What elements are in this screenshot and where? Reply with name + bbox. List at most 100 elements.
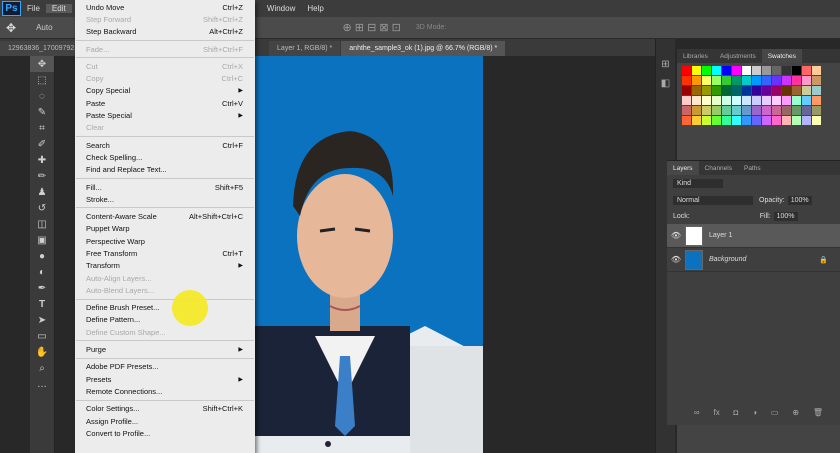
new-layer-icon[interactable]: ⊕ — [792, 408, 799, 417]
tab-adjustments[interactable]: Adjustments — [714, 49, 762, 63]
kind-select[interactable]: Kind — [673, 179, 723, 188]
color-swatch[interactable] — [782, 96, 791, 105]
dodge-icon[interactable]: ◐ — [30, 264, 54, 280]
color-swatch[interactable] — [792, 96, 801, 105]
color-swatch[interactable] — [682, 96, 691, 105]
marquee-tool-icon[interactable]: ⬚ — [30, 72, 54, 88]
menu-file[interactable]: File — [21, 4, 46, 13]
menu-help[interactable]: Help — [301, 4, 329, 13]
healing-brush-icon[interactable]: ✚ — [30, 152, 54, 168]
move-tool-icon[interactable]: ✥ — [6, 21, 16, 35]
color-swatch[interactable] — [682, 116, 691, 125]
menu-item-perspective-warp[interactable]: Perspective Warp — [75, 235, 255, 247]
menu-item-color-settings[interactable]: Color Settings... Shift+Ctrl+K — [75, 403, 255, 415]
color-swatch[interactable] — [692, 66, 701, 75]
lasso-tool-icon[interactable]: ◌ — [30, 88, 54, 104]
color-swatch[interactable] — [762, 66, 771, 75]
color-swatch[interactable] — [692, 116, 701, 125]
menu-item-presets[interactable]: Presets ▶ — [75, 373, 255, 385]
adjustment-icon[interactable]: ◑ — [752, 408, 757, 417]
menu-item-copy-special[interactable]: Copy Special ▶ — [75, 85, 255, 97]
shape-tool-icon[interactable]: ▭ — [30, 328, 54, 344]
menu-item-content-aware-scale[interactable]: Content-Aware Scale Alt+Shift+Ctrl+C — [75, 210, 255, 222]
color-swatch[interactable] — [732, 66, 741, 75]
menu-edit[interactable]: Edit — [45, 4, 72, 13]
color-swatch[interactable] — [762, 96, 771, 105]
move-tool-icon[interactable]: ✥ — [30, 56, 54, 72]
color-swatch[interactable] — [732, 86, 741, 95]
color-swatch[interactable] — [742, 106, 751, 115]
fill-input[interactable]: 100% — [773, 211, 798, 221]
more-tools-icon[interactable]: … — [30, 376, 54, 392]
eraser-icon[interactable]: ◫ — [30, 216, 54, 232]
color-swatch[interactable] — [702, 116, 711, 125]
fx-icon[interactable]: fx — [713, 408, 719, 417]
color-swatch[interactable] — [782, 76, 791, 85]
color-swatch[interactable] — [802, 96, 811, 105]
color-swatch[interactable] — [752, 116, 761, 125]
menu-item-free-transform[interactable]: Free Transform Ctrl+T — [75, 247, 255, 259]
menu-item-paste[interactable]: Paste Ctrl+V — [75, 97, 255, 109]
color-swatch[interactable] — [812, 86, 821, 95]
menu-item-transform[interactable]: Transform ▶ — [75, 260, 255, 272]
color-swatch[interactable] — [712, 116, 721, 125]
color-swatch[interactable] — [702, 106, 711, 115]
folder-icon[interactable]: ▭ — [771, 408, 779, 417]
menu-item-paste-special[interactable]: Paste Special ▶ — [75, 109, 255, 121]
color-swatch[interactable] — [742, 76, 751, 85]
eyedropper-icon[interactable]: ✐ — [30, 136, 54, 152]
color-swatch[interactable] — [732, 96, 741, 105]
blend-mode-select[interactable]: Normal — [673, 195, 753, 205]
layer-row-layer1[interactable]: 👁 Layer 1 — [667, 224, 840, 248]
doc-tab-3[interactable]: anhthe_sample3_ok (1).jpg @ 66.7% (RGB/8… — [341, 41, 506, 56]
opacity-input[interactable]: 100% — [787, 195, 812, 205]
color-swatch[interactable] — [792, 76, 801, 85]
menu-item-remote-connections[interactable]: Remote Connections... — [75, 385, 255, 397]
panel-icon[interactable]: ◧ — [656, 78, 675, 89]
color-swatch[interactable] — [692, 106, 701, 115]
color-swatch[interactable] — [712, 96, 721, 105]
color-swatch[interactable] — [702, 66, 711, 75]
color-swatch[interactable] — [762, 76, 771, 85]
menu-item-purge[interactable]: Purge ▶ — [75, 343, 255, 355]
history-brush-icon[interactable]: ↺ — [30, 200, 54, 216]
color-swatch[interactable] — [742, 96, 751, 105]
color-swatch[interactable] — [772, 96, 781, 105]
doc-tab-2[interactable]: Layer 1, RGB/8) * — [269, 41, 341, 56]
color-swatch[interactable] — [802, 76, 811, 85]
tab-swatches[interactable]: Swatches — [761, 49, 802, 63]
color-swatch[interactable] — [732, 116, 741, 125]
type-tool-icon[interactable]: T — [30, 296, 54, 312]
color-swatch[interactable] — [702, 86, 711, 95]
panel-icon[interactable]: ⊞ — [656, 59, 675, 70]
color-swatch[interactable] — [772, 116, 781, 125]
color-swatch[interactable] — [802, 106, 811, 115]
color-swatch[interactable] — [792, 116, 801, 125]
color-swatch[interactable] — [752, 96, 761, 105]
color-swatch[interactable] — [732, 76, 741, 85]
brush-tool-icon[interactable]: ✏ — [30, 168, 54, 184]
menu-window[interactable]: Window — [261, 4, 301, 13]
align-icons[interactable]: ⊕ ⊞ ⊟ ⊠ ⊡ — [343, 21, 401, 34]
tab-layers[interactable]: Layers — [667, 161, 699, 175]
document-canvas[interactable] — [255, 56, 483, 453]
color-swatch[interactable] — [812, 106, 821, 115]
color-swatch[interactable] — [682, 76, 691, 85]
menu-item-adobe-pdf-presets[interactable]: Adobe PDF Presets... — [75, 361, 255, 373]
tab-paths[interactable]: Paths — [738, 161, 767, 175]
color-swatch[interactable] — [772, 106, 781, 115]
color-swatch[interactable] — [722, 86, 731, 95]
color-swatch[interactable] — [752, 66, 761, 75]
link-icon[interactable]: ∞ — [694, 408, 700, 417]
menu-item-puppet-warp[interactable]: Puppet Warp — [75, 223, 255, 235]
color-swatch[interactable] — [792, 66, 801, 75]
menu-item-convert-to-profile[interactable]: Convert to Profile... — [75, 427, 255, 439]
color-swatch[interactable] — [712, 76, 721, 85]
color-swatch[interactable] — [722, 116, 731, 125]
eye-icon[interactable]: 👁 — [667, 255, 685, 264]
color-swatch[interactable] — [692, 96, 701, 105]
crop-tool-icon[interactable]: ⌗ — [30, 120, 54, 136]
color-swatch[interactable] — [782, 66, 791, 75]
hand-tool-icon[interactable]: ✋ — [30, 344, 54, 360]
color-swatch[interactable] — [802, 116, 811, 125]
